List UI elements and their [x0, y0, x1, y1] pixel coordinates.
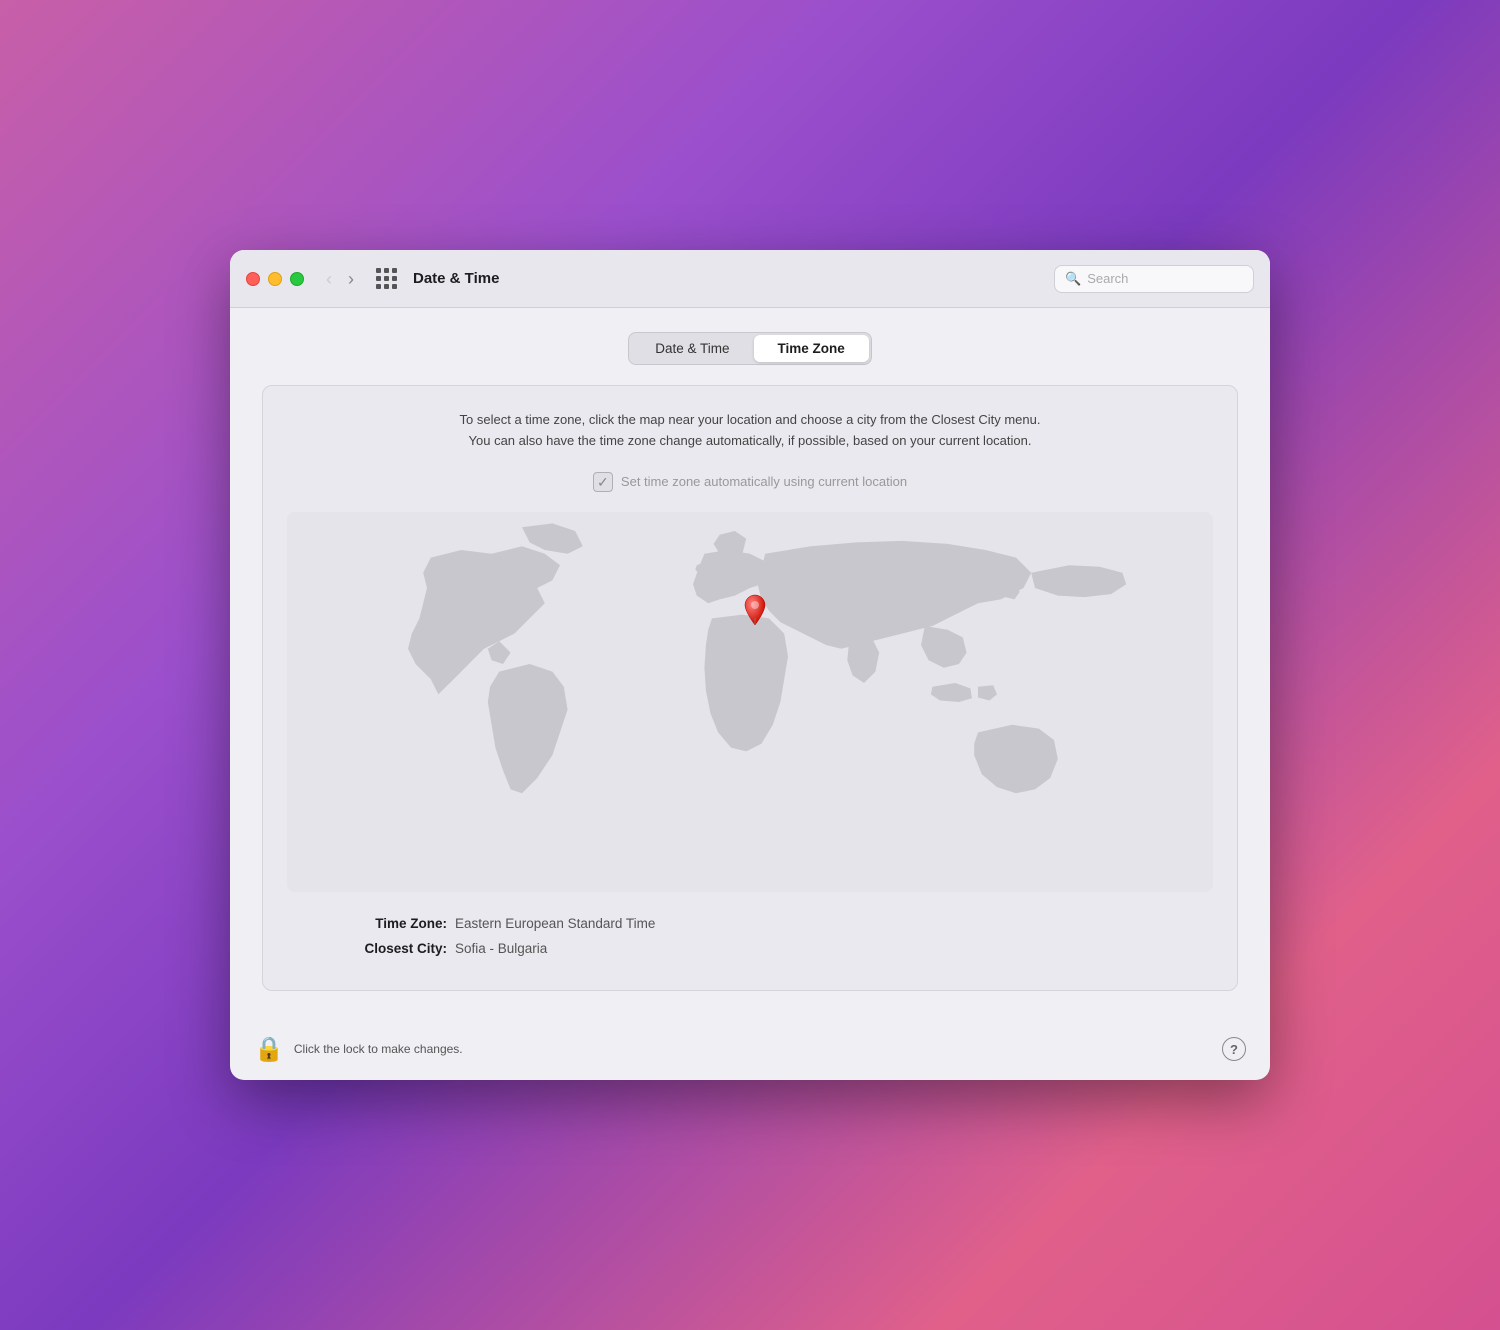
timezone-row: Time Zone: Eastern European Standard Tim… [327, 916, 1173, 931]
main-window: ‹ › Date & Time 🔍 Date & Time [230, 250, 1270, 1080]
grid-button[interactable] [372, 264, 401, 293]
closest-city-value: Sofia - Bulgaria [455, 941, 547, 956]
nav-buttons: ‹ › [320, 268, 360, 290]
maximize-button[interactable] [290, 272, 304, 286]
closest-city-row: Closest City: Sofia - Bulgaria [327, 941, 1173, 956]
description-text: To select a time zone, click the map nea… [287, 410, 1213, 452]
tab-bar: Date & Time Time Zone [262, 332, 1238, 365]
checkmark-icon: ✓ [597, 475, 609, 489]
tab-date-time[interactable]: Date & Time [631, 335, 753, 362]
world-map-container[interactable] [287, 512, 1213, 892]
lock-icon: 🔒 [254, 1035, 284, 1064]
location-pin [744, 594, 766, 626]
search-input[interactable] [1087, 271, 1243, 286]
grid-dot [384, 284, 389, 289]
grid-dot [376, 268, 381, 273]
grid-dot [392, 276, 397, 281]
titlebar: ‹ › Date & Time 🔍 [230, 250, 1270, 308]
timezone-info: Time Zone: Eastern European Standard Tim… [287, 916, 1213, 956]
forward-button[interactable]: › [342, 268, 360, 290]
lock-area[interactable]: 🔒 Click the lock to make changes. [254, 1035, 463, 1064]
auto-timezone-checkbox-container: ✓ Set time zone automatically using curr… [593, 472, 907, 492]
content-panel: To select a time zone, click the map nea… [262, 385, 1238, 991]
traffic-lights [246, 272, 304, 286]
closest-city-label: Closest City: [327, 941, 447, 956]
grid-dot [376, 284, 381, 289]
grid-dot [376, 276, 381, 281]
search-icon: 🔍 [1065, 271, 1081, 287]
close-button[interactable] [246, 272, 260, 286]
window-title: Date & Time [413, 270, 499, 287]
search-box[interactable]: 🔍 [1054, 265, 1254, 293]
world-map-svg [287, 512, 1213, 892]
timezone-value: Eastern European Standard Time [455, 916, 655, 931]
grid-dot [384, 268, 389, 273]
minimize-button[interactable] [268, 272, 282, 286]
auto-timezone-row: ✓ Set time zone automatically using curr… [287, 472, 1213, 492]
grid-dot [384, 276, 389, 281]
auto-timezone-label: Set time zone automatically using curren… [621, 474, 907, 489]
pin-svg [744, 594, 766, 626]
auto-timezone-checkbox[interactable]: ✓ [593, 472, 613, 492]
tab-group: Date & Time Time Zone [628, 332, 872, 365]
grid-dot [392, 268, 397, 273]
main-content: Date & Time Time Zone To select a time z… [230, 308, 1270, 1019]
bottom-bar: 🔒 Click the lock to make changes. ? [230, 1019, 1270, 1080]
tab-time-zone[interactable]: Time Zone [754, 335, 869, 362]
timezone-label: Time Zone: [327, 916, 447, 931]
back-button[interactable]: ‹ [320, 268, 338, 290]
lock-text: Click the lock to make changes. [294, 1042, 463, 1056]
help-button[interactable]: ? [1222, 1037, 1246, 1061]
grid-dot [392, 284, 397, 289]
